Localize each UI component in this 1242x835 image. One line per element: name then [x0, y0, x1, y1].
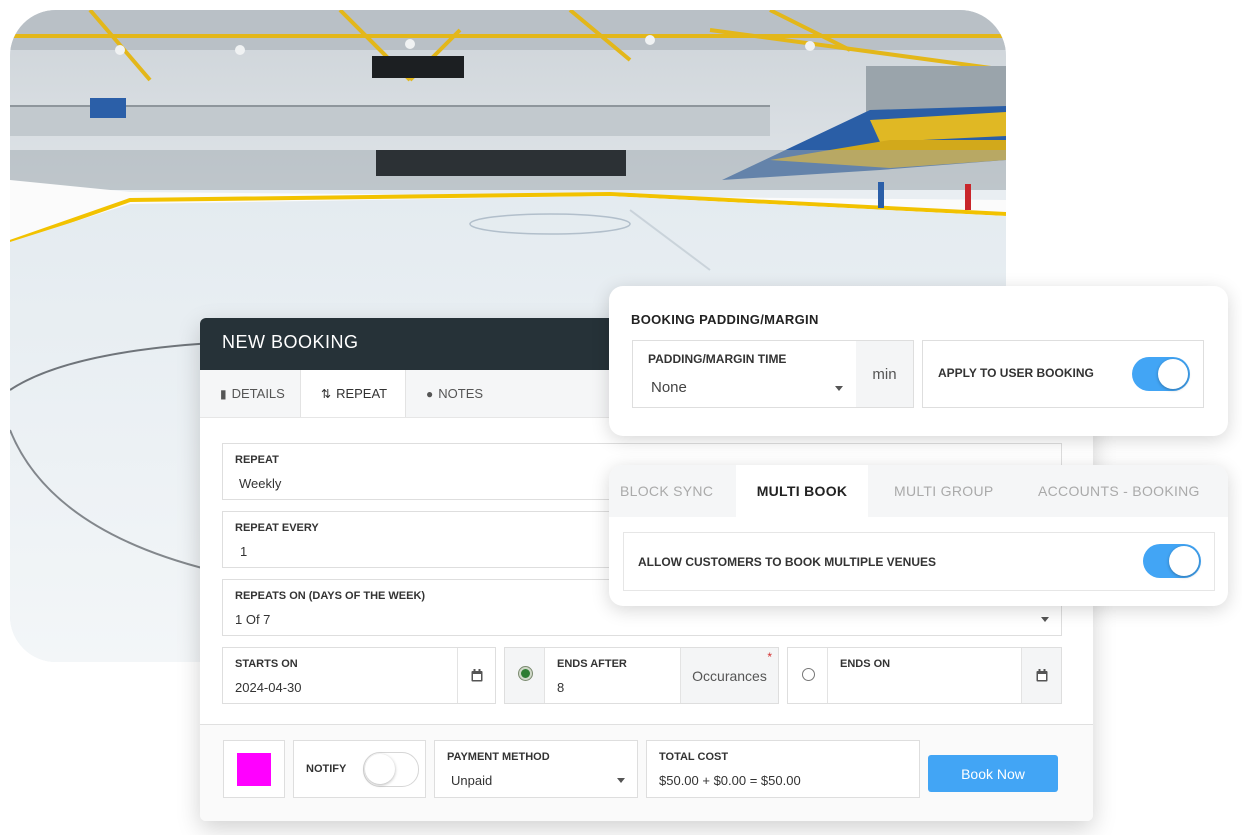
repeat-icon: ⇅ [321, 386, 332, 401]
repeat-every-label: REPEAT EVERY [235, 522, 319, 534]
ends-on-label: ENDS ON [840, 658, 891, 670]
allow-multiple-venues-field: ALLOW CUSTOMERS TO BOOK MULTIPLE VENUES [623, 532, 1215, 591]
padding-time-label: PADDING/MARGIN TIME [648, 352, 787, 366]
calendar-icon[interactable] [1021, 648, 1061, 703]
total-cost-value: $50.00 + $0.00 = $50.00 [659, 773, 801, 788]
calendar-icon[interactable] [457, 648, 495, 703]
tab-notes[interactable]: ● NOTES [406, 370, 503, 417]
ends-after-label: ENDS AFTER [557, 658, 627, 670]
repeats-on-label: REPEATS ON (DAYS OF THE WEEK) [235, 590, 426, 602]
ends-after-suffix: Occurances [680, 648, 778, 703]
notify-toggle[interactable] [363, 752, 419, 787]
tab-repeat[interactable]: ⇅ REPEAT [301, 370, 406, 417]
color-swatch [237, 753, 271, 786]
repeat-value: Weekly [239, 476, 282, 491]
repeat-label: REPEAT [235, 454, 279, 466]
comment-icon: ● [426, 386, 434, 401]
tab-details-label: DETAILS [231, 386, 285, 401]
file-icon: ▮ [220, 386, 227, 401]
tab-repeat-label: REPEAT [336, 386, 388, 401]
tab-details[interactable]: ▮ DETAILS [200, 370, 301, 417]
ends-after-radio[interactable] [519, 667, 532, 680]
toggle-knob [1169, 546, 1199, 576]
ends-on-radio-wrap [788, 648, 828, 703]
payment-method-value: Unpaid [451, 773, 493, 788]
ends-after-value: 8 [557, 680, 565, 695]
starts-on-field[interactable]: STARTS ON 2024-04-30 [222, 647, 496, 704]
tab-multi-book[interactable]: MULTI BOOK [736, 465, 868, 517]
color-picker[interactable] [223, 740, 285, 798]
padding-time-select[interactable]: PADDING/MARGIN TIME None min [632, 340, 914, 408]
ends-on-radio[interactable] [802, 668, 815, 681]
toggle-knob [365, 754, 395, 784]
toggle-knob [1158, 359, 1188, 389]
multibook-panel: BLOCK SYNC MULTI BOOK MULTI GROUP ACCOUN… [609, 465, 1228, 606]
total-cost-label: TOTAL COST [659, 751, 729, 763]
starts-on-value: 2024-04-30 [235, 680, 302, 695]
padding-time-value: None [651, 379, 687, 396]
apply-user-booking-label: APPLY TO USER BOOKING [938, 366, 1094, 380]
allow-multiple-venues-toggle[interactable] [1143, 544, 1201, 578]
padding-unit: min [856, 341, 913, 407]
apply-user-booking-toggle[interactable] [1132, 357, 1190, 391]
booking-padding-panel: BOOKING PADDING/MARGIN PADDING/MARGIN TI… [609, 286, 1228, 436]
tab-notes-label: NOTES [438, 386, 484, 401]
tab-multi-group[interactable]: MULTI GROUP [894, 465, 994, 517]
payment-method-select[interactable]: PAYMENT METHOD Unpaid [434, 740, 638, 798]
chevron-down-icon [1041, 617, 1049, 622]
tab-accounts-booking[interactable]: ACCOUNTS - BOOKING [1038, 465, 1200, 517]
padding-panel-title: BOOKING PADDING/MARGIN [631, 312, 819, 327]
starts-on-label: STARTS ON [235, 658, 298, 670]
tab-block-sync[interactable]: BLOCK SYNC [620, 465, 713, 517]
allow-multiple-venues-label: ALLOW CUSTOMERS TO BOOK MULTIPLE VENUES [638, 555, 937, 569]
required-marker: * [767, 650, 772, 664]
chevron-down-icon [617, 778, 625, 783]
ends-after-field[interactable]: ENDS AFTER 8 Occurances * [504, 647, 779, 704]
ends-on-field[interactable]: ENDS ON [787, 647, 1062, 704]
chevron-down-icon [835, 386, 843, 391]
apply-user-booking-field: APPLY TO USER BOOKING [922, 340, 1204, 408]
repeats-on-value: 1 Of 7 [235, 612, 271, 627]
notify-field: NOTIFY [293, 740, 426, 798]
book-now-button[interactable]: Book Now [928, 755, 1058, 792]
total-cost-field: TOTAL COST $50.00 + $0.00 = $50.00 [646, 740, 920, 798]
repeat-every-value: 1 [240, 544, 248, 559]
ends-after-radio-wrap [505, 648, 545, 703]
payment-method-label: PAYMENT METHOD [447, 751, 550, 763]
notify-label: NOTIFY [306, 763, 347, 775]
